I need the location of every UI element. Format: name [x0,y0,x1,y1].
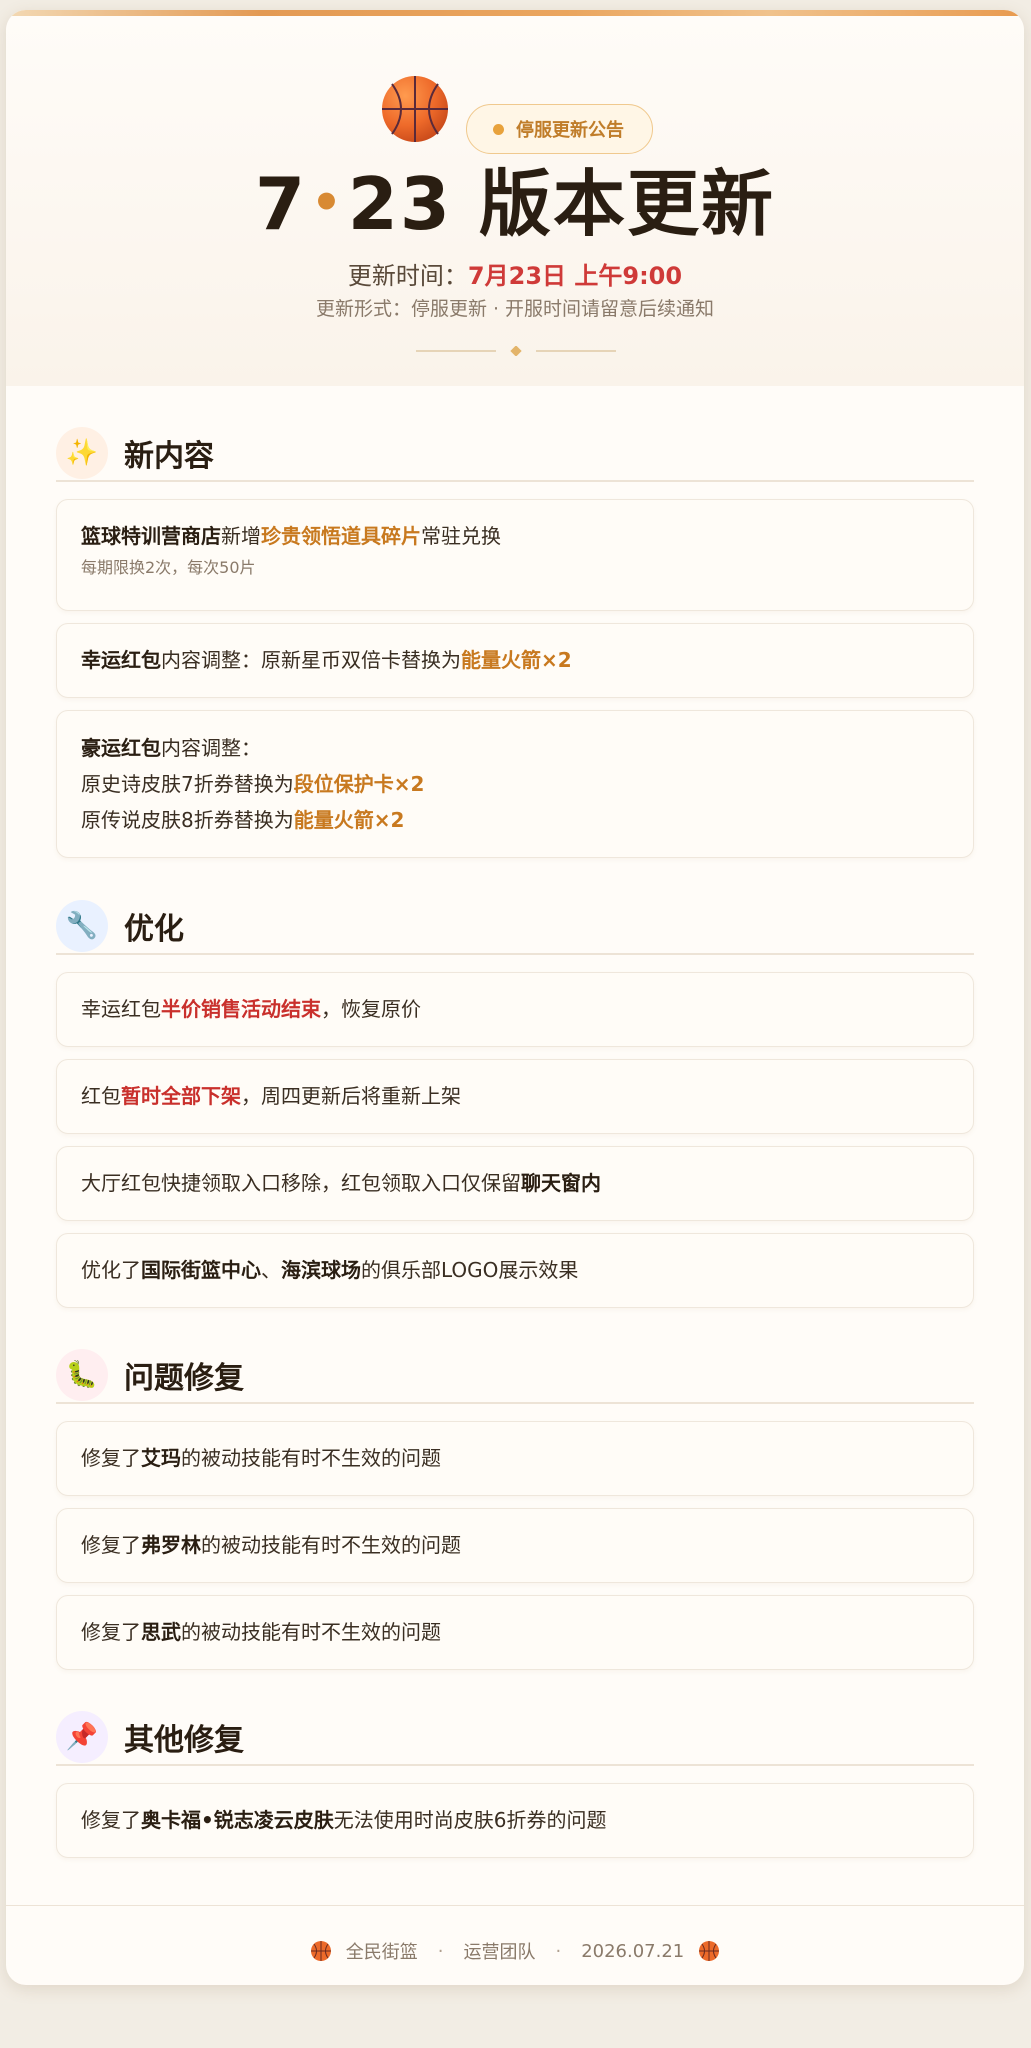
title-rest: 23 版本更新 [347,162,776,246]
item-text: 原史诗皮肤7折券替换为 [81,772,294,796]
sparkles-icon: ✨ [56,427,108,479]
footer-game: 全民街篮 [345,1942,418,1963]
item-bold: 海滨球场 [281,1258,361,1282]
update-subtitle: 更新形式：停服更新 · 开服时间请留意后续通知 [315,298,715,320]
item-highlight: 段位保护卡×2 [293,772,425,796]
item-text: 常驻兑换 [421,524,501,548]
item-bold: 弗罗林 [141,1533,201,1557]
section-divider [56,1764,974,1766]
item-text: ，恢复原价 [321,997,421,1021]
item-text: 的俱乐部LOGO展示效果 [361,1258,579,1282]
item-shop: 篮球特训营商店 [81,524,221,548]
item-bold: 国际街篮中心 [141,1258,261,1282]
list-item: 大厅红包快捷领取入口移除，红包领取入口仅保留聊天窗内 [56,1146,974,1221]
list-item: 优化了国际街篮中心、海滨球场的俱乐部LOGO展示效果 [56,1233,974,1308]
item-text: 修复了 [81,1446,141,1470]
section-other-fixes: 📌 其他修复 [56,1707,244,1767]
footer-date: 2026.07.21 [581,1940,685,1962]
basketball-icon [310,1941,331,1961]
item-bold: 奥卡福•锐志凌云皮肤 [141,1808,334,1832]
item-highlight-red: 暂时全部下架 [121,1084,241,1108]
item-text: 的被动技能有时不生效的问题 [201,1533,461,1557]
list-item: 修复了弗罗林的被动技能有时不生效的问题 [56,1508,974,1583]
time-label: 更新时间： [347,262,468,290]
list-item: 修复了奥卡福•锐志凌云皮肤无法使用时尚皮肤6折券的问题 [56,1783,974,1858]
list-item: 修复了艾玛的被动技能有时不生效的问题 [56,1421,974,1496]
item-text: 的被动技能有时不生效的问题 [181,1446,441,1470]
item-text: 新增 [221,524,261,548]
item-text: 原传说皮肤8折券替换为 [81,808,294,832]
sparkles-glyph: ✨ [65,438,99,468]
section-divider [56,953,974,955]
item-luxury-redpack: 豪运红包 [81,736,161,760]
title-main: 7 [254,162,308,246]
section-title-opt: 优化 [124,912,184,947]
item-highlight: 能量火箭×2 [293,808,405,832]
update-time: 更新时间：7月23日 上午9:00 [6,256,1024,291]
list-item: 修复了思武的被动技能有时不生效的问题 [56,1595,974,1670]
title-dot: • [311,175,344,231]
page-title: 7•23 版本更新 [6,168,1024,240]
item-text: 大厅红包快捷领取入口移除，红包领取入口仅保留 [81,1171,521,1195]
section-optimization: 🔧 优化 [56,896,184,956]
header-divider [416,346,616,356]
item-bold: 思武 [141,1620,181,1644]
section-divider [56,480,974,482]
item-text: 红包 [81,1084,121,1108]
item-lucky-redpack: 幸运红包 [81,648,161,672]
section-title-new: 新内容 [124,439,214,474]
item-text: 、 [261,1258,281,1282]
item-text: 幸运红包 [81,997,161,1021]
badge-label: 停服更新公告 [516,120,624,141]
footer-team: 运营团队 [463,1942,536,1963]
item-note: 每期限换2次，每次50片 [81,558,256,577]
announcement-card: 停服更新公告 7•23 版本更新 更新时间：7月23日 上午9:00 更新形式：… [6,10,1024,1985]
item-text: 修复了 [81,1808,141,1832]
list-item: 篮球特训营商店新增珍贵领悟道具碎片常驻兑换 每期限换2次，每次50片 [56,499,974,611]
badge-dot [493,123,504,135]
item-text: 优化了 [81,1258,141,1282]
pushpin-glyph: 📌 [65,1722,99,1752]
bug-glyph: 🐛 [65,1360,99,1390]
item-text: ，周四更新后将重新上架 [241,1084,461,1108]
time-value: 7月23日 上午9:00 [467,262,683,290]
section-bug-fixes: 🐛 问题修复 [56,1345,244,1405]
section-divider [56,1402,974,1404]
basketball-icon [699,1941,720,1961]
item-highlight-red: 半价销售活动结束 [161,997,321,1021]
footer-separator: · [555,1940,562,1962]
item-bold: 艾玛 [141,1446,181,1470]
item-text: 无法使用时尚皮肤6折券的问题 [333,1808,607,1832]
item-text: 修复了 [81,1620,141,1644]
list-item: 红包暂时全部下架，周四更新后将重新上架 [56,1059,974,1134]
list-item: 幸运红包半价销售活动结束，恢复原价 [56,972,974,1047]
bug-icon: 🐛 [56,1349,108,1401]
pushpin-icon: 📌 [56,1711,108,1763]
item-highlight: 能量火箭×2 [461,648,572,672]
item-text: 修复了 [81,1533,141,1557]
item-highlight: 珍贵领悟道具碎片 [261,524,421,548]
list-item: 豪运红包内容调整： 原史诗皮肤7折券替换为段位保护卡×2 原传说皮肤8折券替换为… [56,710,974,858]
section-new-content: ✨ 新内容 [56,423,214,483]
wrench-glyph: 🔧 [65,911,99,941]
header: 停服更新公告 7•23 版本更新 更新时间：7月23日 上午9:00 更新形式：… [6,10,1024,386]
footer-separator: · [437,1940,444,1962]
basketball-icon [382,76,448,142]
item-text: 内容调整： [161,736,261,760]
top-accent-bar [6,10,1024,16]
item-text: 的被动技能有时不生效的问题 [181,1620,441,1644]
section-title-other: 其他修复 [124,1723,244,1758]
item-bold: 聊天窗内 [521,1171,601,1195]
wrench-icon: 🔧 [56,900,108,952]
announcement-badge: 停服更新公告 [466,104,653,154]
footer-divider [6,1905,1024,1906]
footer: 全民街篮 · 运营团队 · 2026.07.21 [6,1938,1024,1964]
item-text: 内容调整：原新星币双倍卡替换为 [161,648,461,672]
list-item: 幸运红包内容调整：原新星币双倍卡替换为能量火箭×2 [56,623,974,698]
section-title-bug: 问题修复 [124,1361,244,1396]
